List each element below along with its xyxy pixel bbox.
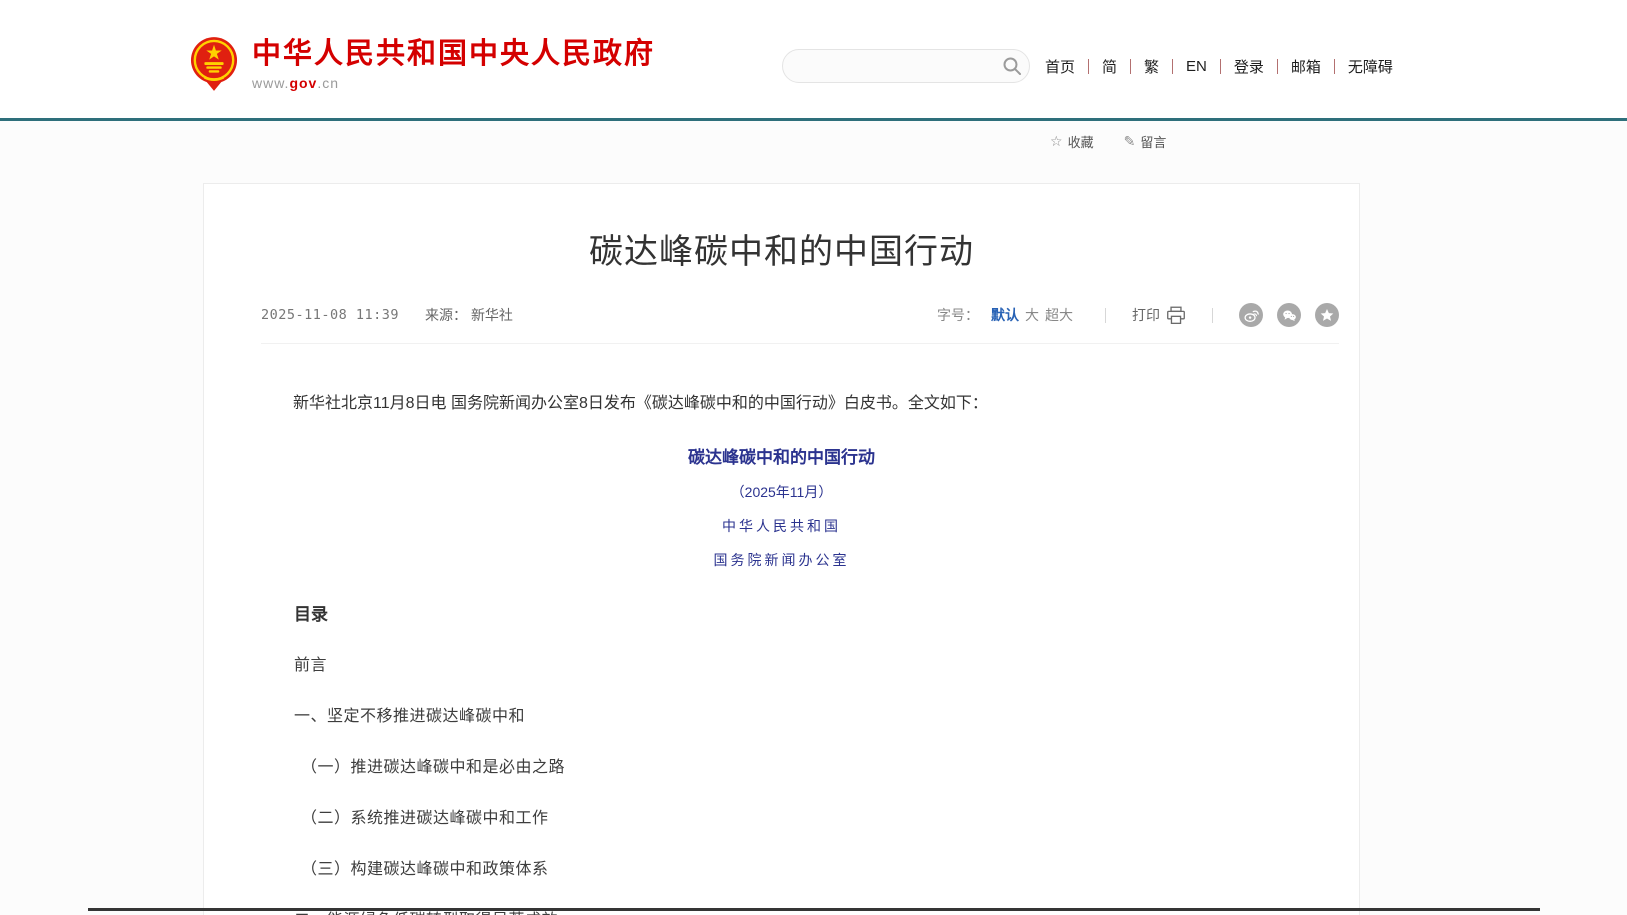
- share-group: [1239, 303, 1339, 327]
- font-size-option[interactable]: 超大: [1045, 307, 1073, 323]
- site-url-prefix: www.: [252, 75, 289, 91]
- toc-item: （一）推进碳达峰碳中和是必由之路: [294, 753, 1302, 777]
- printer-icon: [1166, 306, 1186, 325]
- pencil-icon: ✎: [1124, 133, 1136, 150]
- search-button[interactable]: [995, 49, 1029, 83]
- article-content: 新华社北京11月8日电 国务院新闻办公室8日发布《碳达峰碳中和的中国行动》白皮书…: [204, 390, 1359, 915]
- print-button[interactable]: 打印: [1132, 305, 1186, 325]
- comment-button[interactable]: ✎ 留言: [1124, 132, 1167, 151]
- search-input[interactable]: [783, 50, 995, 82]
- top-nav-item: 首页: [1045, 56, 1075, 77]
- search-box: [782, 49, 1030, 83]
- share-more-star-icon[interactable]: [1315, 303, 1339, 327]
- top-nav-link[interactable]: 首页: [1045, 56, 1075, 77]
- page-body: ☆ 收藏 ✎ 留言 碳达峰碳中和的中国行动 2025-11-08 11:39 来…: [0, 121, 1627, 915]
- page-actions: ☆ 收藏 ✎ 留言: [1050, 132, 1166, 151]
- print-label: 打印: [1132, 305, 1160, 325]
- top-nav-link[interactable]: 简: [1102, 56, 1117, 77]
- top-nav-link[interactable]: 邮箱: [1291, 56, 1321, 77]
- page: 中华人民共和国中央人民政府 www.gov.cn 首页 简 繁 EN: [0, 0, 1627, 915]
- top-nav-item: 繁: [1117, 56, 1159, 77]
- top-nav-link[interactable]: 繁: [1144, 56, 1159, 77]
- toc-item: （三）构建碳达峰碳中和政策体系: [294, 855, 1302, 879]
- font-size-option[interactable]: 默认: [991, 307, 1019, 323]
- favorite-label: 收藏: [1068, 132, 1094, 151]
- top-nav-item: 邮箱: [1264, 56, 1321, 77]
- doc-issuer-line1: 中华人民共和国: [261, 516, 1302, 536]
- toc-item: 一、坚定不移推进碳达峰碳中和: [294, 702, 1302, 726]
- site-url-suffix: .cn: [317, 75, 339, 91]
- toc-item: 前言: [294, 651, 1302, 675]
- doc-issuer-line2: 国务院新闻办公室: [261, 550, 1302, 570]
- font-size-option[interactable]: 大: [1025, 307, 1039, 323]
- font-size-options: 默认大超大: [991, 305, 1079, 325]
- top-nav-item: EN: [1159, 58, 1207, 75]
- top-nav-link[interactable]: EN: [1186, 58, 1207, 75]
- site-title-block: 中华人民共和国中央人民政府 www.gov.cn: [252, 36, 655, 91]
- national-emblem-icon: [190, 36, 238, 92]
- share-wechat-icon[interactable]: [1277, 303, 1301, 327]
- site-title: 中华人民共和国中央人民政府: [252, 38, 655, 71]
- separator: [1212, 308, 1213, 323]
- top-nav-item: 无障碍: [1321, 56, 1393, 77]
- meta-left: 2025-11-08 11:39 来源： 新华社: [261, 305, 513, 325]
- top-nav-item: 登录: [1207, 56, 1264, 77]
- doc-date-line: （2025年11月）: [261, 482, 1302, 502]
- source-label: 来源：: [425, 307, 467, 323]
- top-nav-link[interactable]: 登录: [1234, 56, 1264, 77]
- site-url-highlight: gov: [289, 75, 317, 91]
- top-nav-link[interactable]: 无障碍: [1348, 56, 1393, 77]
- source-value: 新华社: [471, 307, 513, 323]
- site-url: www.gov.cn: [252, 75, 655, 91]
- bottom-edge-line: [88, 908, 1540, 911]
- site-header: 中华人民共和国中央人民政府 www.gov.cn 首页 简 繁 EN: [0, 0, 1627, 118]
- article-meta-row: 2025-11-08 11:39 来源： 新华社 字号： 默认大超大 打印: [261, 303, 1339, 344]
- toc-item: （二）系统推进碳达峰碳中和工作: [294, 804, 1302, 828]
- font-size-label: 字号：: [937, 305, 979, 325]
- star-outline-icon: ☆: [1050, 133, 1063, 150]
- article-title: 碳达峰碳中和的中国行动: [204, 224, 1359, 273]
- article-card: 碳达峰碳中和的中国行动 2025-11-08 11:39 来源： 新华社 字号：…: [203, 183, 1360, 915]
- toc-block: 目录 前言 一、坚定不移推进碳达峰碳中和 （一）推进碳达峰碳中和是必由之路 （二…: [294, 600, 1302, 915]
- source: 来源： 新华社: [425, 305, 513, 325]
- toc-heading: 目录: [294, 600, 1302, 625]
- share-weibo-icon[interactable]: [1239, 303, 1263, 327]
- comment-label: 留言: [1140, 132, 1166, 151]
- site-logo[interactable]: 中华人民共和国中央人民政府 www.gov.cn: [190, 36, 655, 92]
- top-nav-item: 简: [1075, 56, 1117, 77]
- meta-right: 字号： 默认大超大 打印: [937, 303, 1339, 327]
- top-nav: 首页 简 繁 EN 登录 邮箱 无障碍: [1045, 56, 1393, 77]
- search-icon: [1002, 56, 1022, 76]
- lead-paragraph: 新华社北京11月8日电 国务院新闻办公室8日发布《碳达峰碳中和的中国行动》白皮书…: [261, 390, 1302, 417]
- toc-list: 前言 一、坚定不移推进碳达峰碳中和 （一）推进碳达峰碳中和是必由之路 （二）系统…: [294, 651, 1302, 915]
- favorite-button[interactable]: ☆ 收藏: [1050, 132, 1094, 151]
- publish-date: 2025-11-08 11:39: [261, 307, 399, 323]
- doc-title: 碳达峰碳中和的中国行动: [261, 443, 1302, 468]
- separator: [1105, 308, 1106, 323]
